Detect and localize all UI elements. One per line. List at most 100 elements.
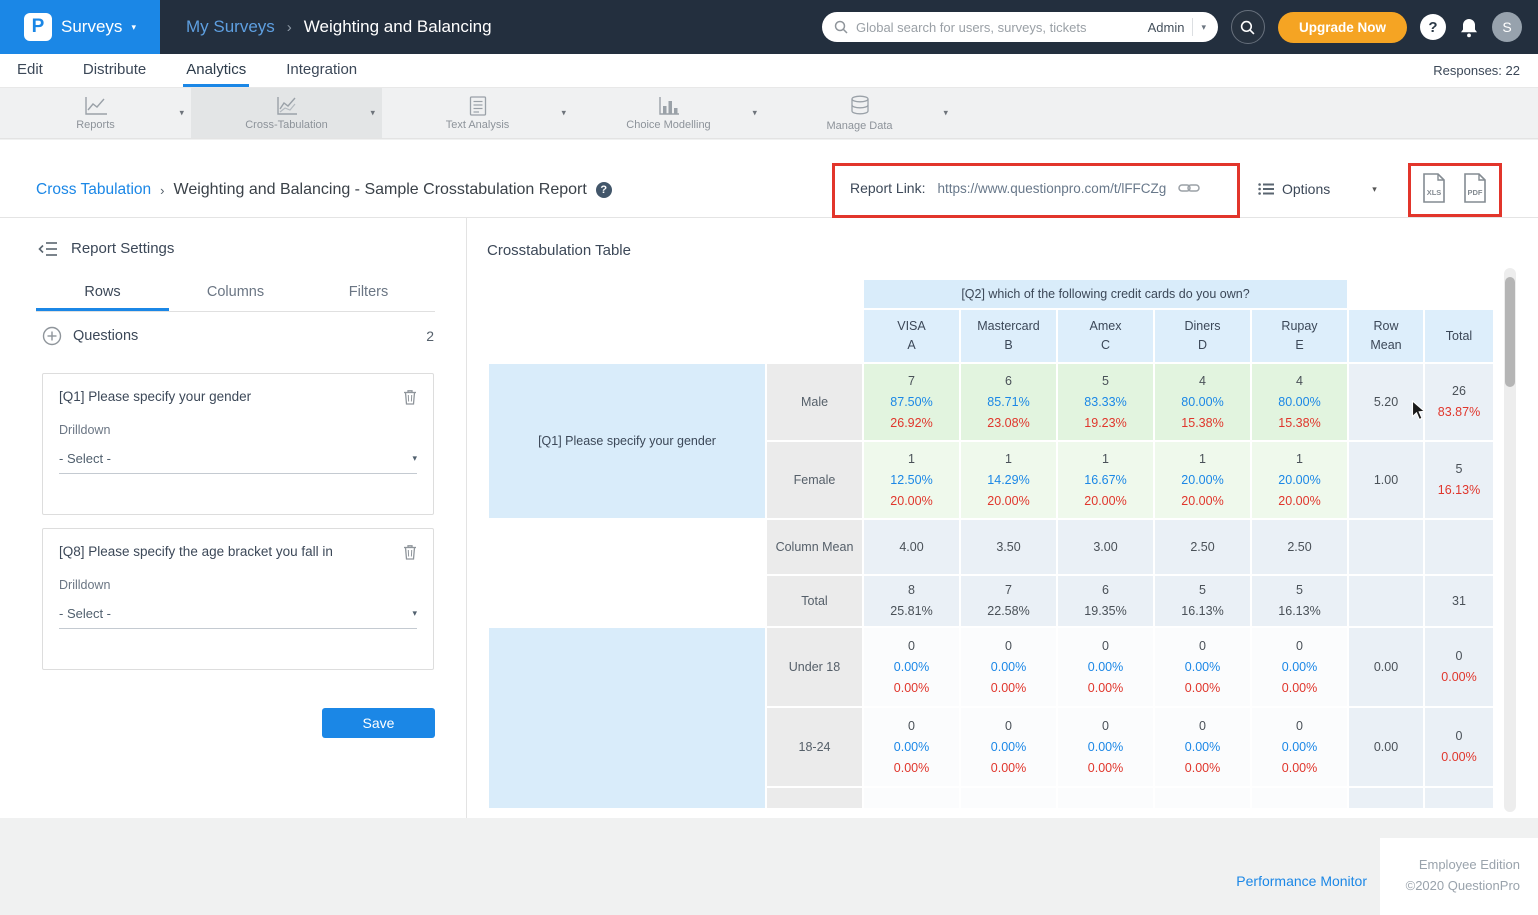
data-cell: 722.58% bbox=[961, 576, 1056, 626]
toolbar-item-text-analysis[interactable]: Text Analysis ▾ bbox=[382, 88, 573, 138]
toolbar-item-cross-tabulation[interactable]: Cross-Tabulation ▾ bbox=[191, 88, 382, 138]
help-icon[interactable]: ? bbox=[596, 182, 612, 198]
plus-circle-icon[interactable] bbox=[42, 326, 62, 346]
copyright-label: ©2020 QuestionPro bbox=[1380, 875, 1520, 896]
toolbar-item-label: Text Analysis bbox=[446, 119, 510, 131]
tab-columns[interactable]: Columns bbox=[169, 276, 302, 311]
link-chain-icon[interactable] bbox=[1178, 182, 1200, 194]
search-input[interactable] bbox=[856, 20, 1140, 35]
question-text: [Q8] Please specify the age bracket you … bbox=[59, 544, 333, 559]
tab-integration[interactable]: Integration bbox=[283, 54, 360, 87]
choice-modelling-bars-icon bbox=[658, 96, 680, 116]
edition-label: Employee Edition bbox=[1380, 854, 1520, 875]
report-link-label: Report Link: bbox=[850, 180, 925, 196]
question-text: [Q1] Please specify your gender bbox=[59, 389, 251, 404]
chevron-down-icon: ▾ bbox=[1372, 184, 1377, 195]
chevron-down-icon[interactable]: ▾ bbox=[561, 108, 566, 119]
help-button[interactable]: ? bbox=[1420, 14, 1446, 40]
tab-analytics[interactable]: Analytics bbox=[183, 54, 249, 87]
crosstab-area: Crosstabulation Table [Q2] which of the … bbox=[467, 218, 1538, 818]
chevron-down-icon[interactable]: ▾ bbox=[370, 108, 375, 119]
column-header: MastercardB bbox=[961, 310, 1056, 362]
upgrade-now-button[interactable]: Upgrade Now bbox=[1278, 12, 1407, 43]
data-cell bbox=[961, 788, 1056, 808]
xls-file-icon[interactable]: XLS bbox=[1421, 173, 1447, 203]
toolbar-item-choice-modelling[interactable]: Choice Modelling ▾ bbox=[573, 88, 764, 138]
data-cell: 4.00 bbox=[864, 520, 959, 574]
report-header: Cross Tabulation › Weighting and Balanci… bbox=[0, 140, 1538, 218]
vertical-scrollbar-track[interactable] bbox=[1504, 268, 1516, 812]
data-cell: 00.00%0.00% bbox=[864, 628, 959, 706]
crosstab-table-title: Crosstabulation Table bbox=[487, 242, 631, 259]
pdf-label: PDF bbox=[1468, 188, 1483, 197]
column-header: RowMean bbox=[1349, 310, 1423, 362]
vertical-scrollbar-thumb[interactable] bbox=[1505, 277, 1515, 387]
export-buttons: XLS PDF bbox=[1421, 173, 1488, 203]
data-cell: 516.13% bbox=[1155, 576, 1250, 626]
save-button[interactable]: Save bbox=[322, 708, 435, 738]
chevron-down-icon[interactable]: ▾ bbox=[943, 108, 948, 119]
data-cell: 120.00%20.00% bbox=[1155, 442, 1250, 518]
trash-icon[interactable] bbox=[403, 544, 417, 560]
data-cell: 00.00%0.00% bbox=[1252, 708, 1347, 786]
tab-edit[interactable]: Edit bbox=[14, 54, 46, 87]
toolbar-item-label: Cross-Tabulation bbox=[245, 119, 328, 131]
data-cell: 516.13% bbox=[1252, 576, 1347, 626]
crosstab-grid-icon bbox=[276, 96, 298, 116]
toolbar-item-manage-data[interactable]: Manage Data ▾ bbox=[764, 88, 955, 138]
product-label: Surveys bbox=[61, 17, 122, 37]
drilldown-select[interactable]: - Select - ▾ bbox=[59, 599, 417, 629]
row-mean-cell bbox=[1349, 576, 1423, 626]
options-button[interactable]: Options ▾ bbox=[1258, 181, 1377, 197]
toolbar-item-reports[interactable]: Reports ▾ bbox=[0, 88, 191, 138]
questionpro-logo: P bbox=[24, 13, 52, 41]
crosstab-table-wrap: [Q2] which of the following credit cards… bbox=[487, 278, 1509, 808]
chevron-down-icon: ▾ bbox=[412, 453, 417, 464]
toolbar-item-label: Manage Data bbox=[826, 120, 892, 132]
collapse-panel-icon[interactable] bbox=[38, 242, 58, 256]
performance-monitor-link[interactable]: Performance Monitor bbox=[1236, 873, 1367, 889]
options-list-icon bbox=[1258, 183, 1274, 195]
row-mean-cell: 5.20 bbox=[1349, 364, 1423, 440]
drilldown-select[interactable]: - Select - ▾ bbox=[59, 444, 417, 474]
global-search[interactable]: Admin ▾ bbox=[822, 12, 1218, 42]
report-link-group: Report Link: https://www.questionpro.com… bbox=[850, 180, 1200, 196]
pdf-file-icon[interactable]: PDF bbox=[1462, 173, 1488, 203]
tab-rows[interactable]: Rows bbox=[36, 276, 169, 311]
avatar[interactable]: S bbox=[1492, 12, 1522, 42]
chevron-down-icon[interactable]: ▾ bbox=[1201, 22, 1206, 33]
bell-icon[interactable] bbox=[1459, 17, 1479, 38]
row-total-cell: 2683.87% bbox=[1425, 364, 1493, 440]
manage-data-db-icon bbox=[850, 95, 870, 117]
row-mean-cell: 1.00 bbox=[1349, 442, 1423, 518]
trash-icon[interactable] bbox=[403, 389, 417, 405]
row-mean-cell: 0.00 bbox=[1349, 628, 1423, 706]
select-value: - Select - bbox=[59, 451, 111, 466]
row-label: Male bbox=[767, 364, 862, 440]
tab-distribute[interactable]: Distribute bbox=[80, 54, 149, 87]
span-header: [Q2] which of the following credit cards… bbox=[864, 280, 1347, 308]
row-label: Column Mean bbox=[767, 520, 862, 574]
row-total-cell: 31 bbox=[1425, 576, 1493, 626]
tab-filters[interactable]: Filters bbox=[302, 276, 435, 311]
topbar: P Surveys ▾ My Surveys › Weighting and B… bbox=[0, 0, 1538, 54]
breadcrumb-my-surveys[interactable]: My Surveys bbox=[186, 17, 275, 37]
chevron-down-icon[interactable]: ▾ bbox=[179, 108, 184, 119]
surveys-menu-button[interactable]: P Surveys ▾ bbox=[0, 0, 160, 54]
table-row: Under 1800.00%0.00%00.00%0.00%00.00%0.00… bbox=[489, 628, 1493, 706]
data-cell: 3.00 bbox=[1058, 520, 1153, 574]
search-button[interactable] bbox=[1231, 10, 1265, 44]
report-link-url[interactable]: https://www.questionpro.com/t/lFFCZg bbox=[937, 181, 1166, 196]
responses-count: Responses: 22 bbox=[1433, 54, 1524, 87]
report-settings-panel: Report Settings Rows Columns Filters Que… bbox=[0, 218, 467, 818]
search-scope[interactable]: Admin bbox=[1148, 20, 1185, 35]
data-cell: 00.00%0.00% bbox=[1058, 628, 1153, 706]
question-card: [Q1] Please specify your gender Drilldow… bbox=[42, 373, 434, 515]
chevron-down-icon[interactable]: ▾ bbox=[752, 108, 757, 119]
group-cell bbox=[489, 628, 765, 808]
breadcrumb-separator-icon: › bbox=[160, 183, 164, 198]
row-label bbox=[767, 788, 862, 808]
cross-tabulation-link[interactable]: Cross Tabulation bbox=[36, 181, 151, 199]
data-cell: 00.00%0.00% bbox=[1252, 628, 1347, 706]
divider bbox=[1192, 18, 1193, 36]
